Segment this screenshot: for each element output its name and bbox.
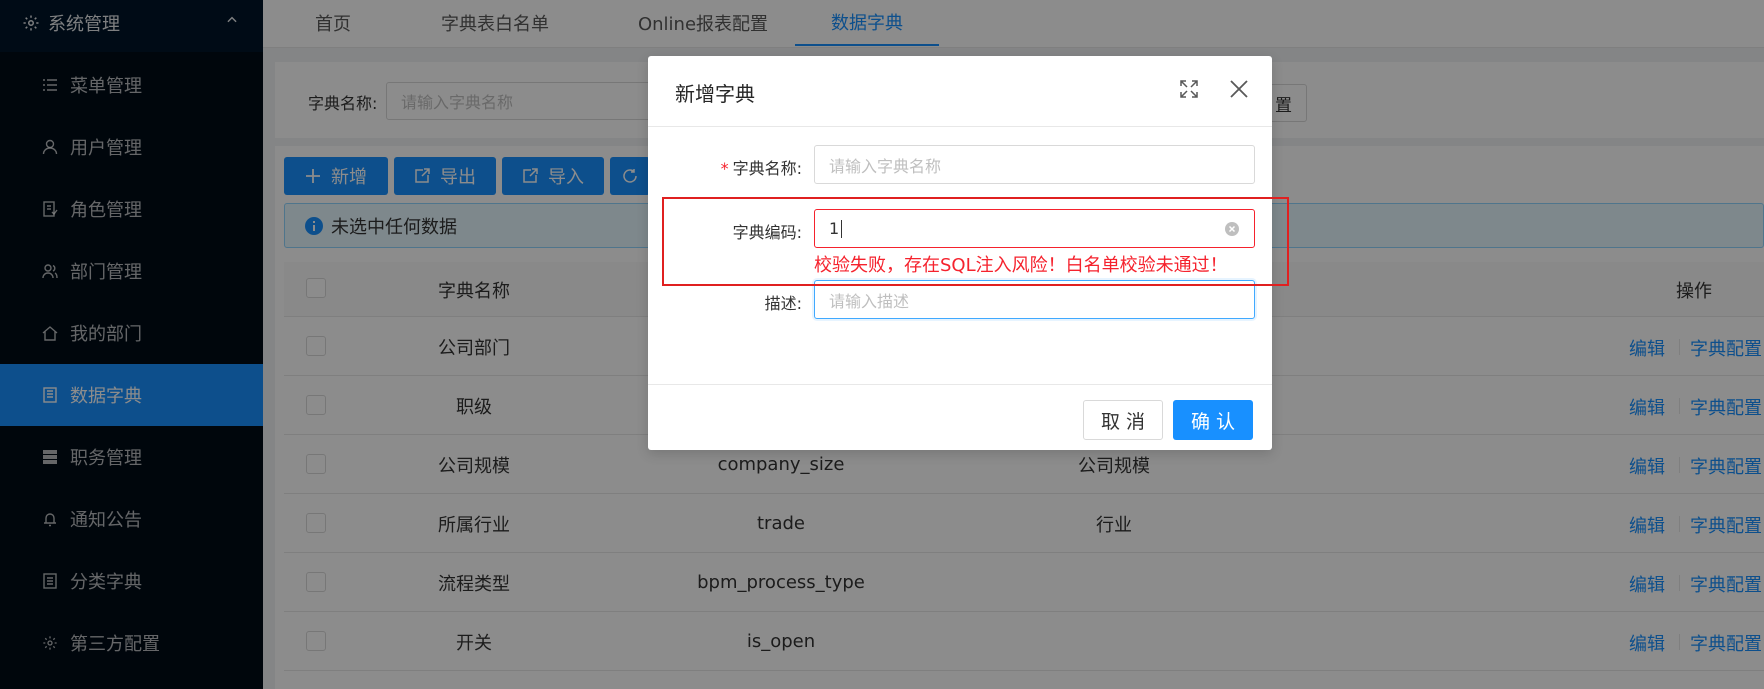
confirm-button[interactable]: 确 认 — [1173, 400, 1253, 440]
modal-title: 新增字典 — [675, 82, 755, 106]
modal-header: 新增字典 — [648, 56, 1272, 127]
dict-name-input[interactable]: 请输入字典名称 — [814, 145, 1255, 184]
description-label: 描述: — [764, 294, 802, 313]
annotation-highlight-box — [662, 197, 1289, 286]
cancel-button[interactable]: 取 消 — [1083, 400, 1163, 440]
fullscreen-icon[interactable] — [1180, 80, 1198, 98]
required-mark: * — [720, 159, 729, 178]
close-icon[interactable] — [1228, 78, 1250, 100]
dict-name-label: * 字典名称: — [720, 159, 802, 178]
